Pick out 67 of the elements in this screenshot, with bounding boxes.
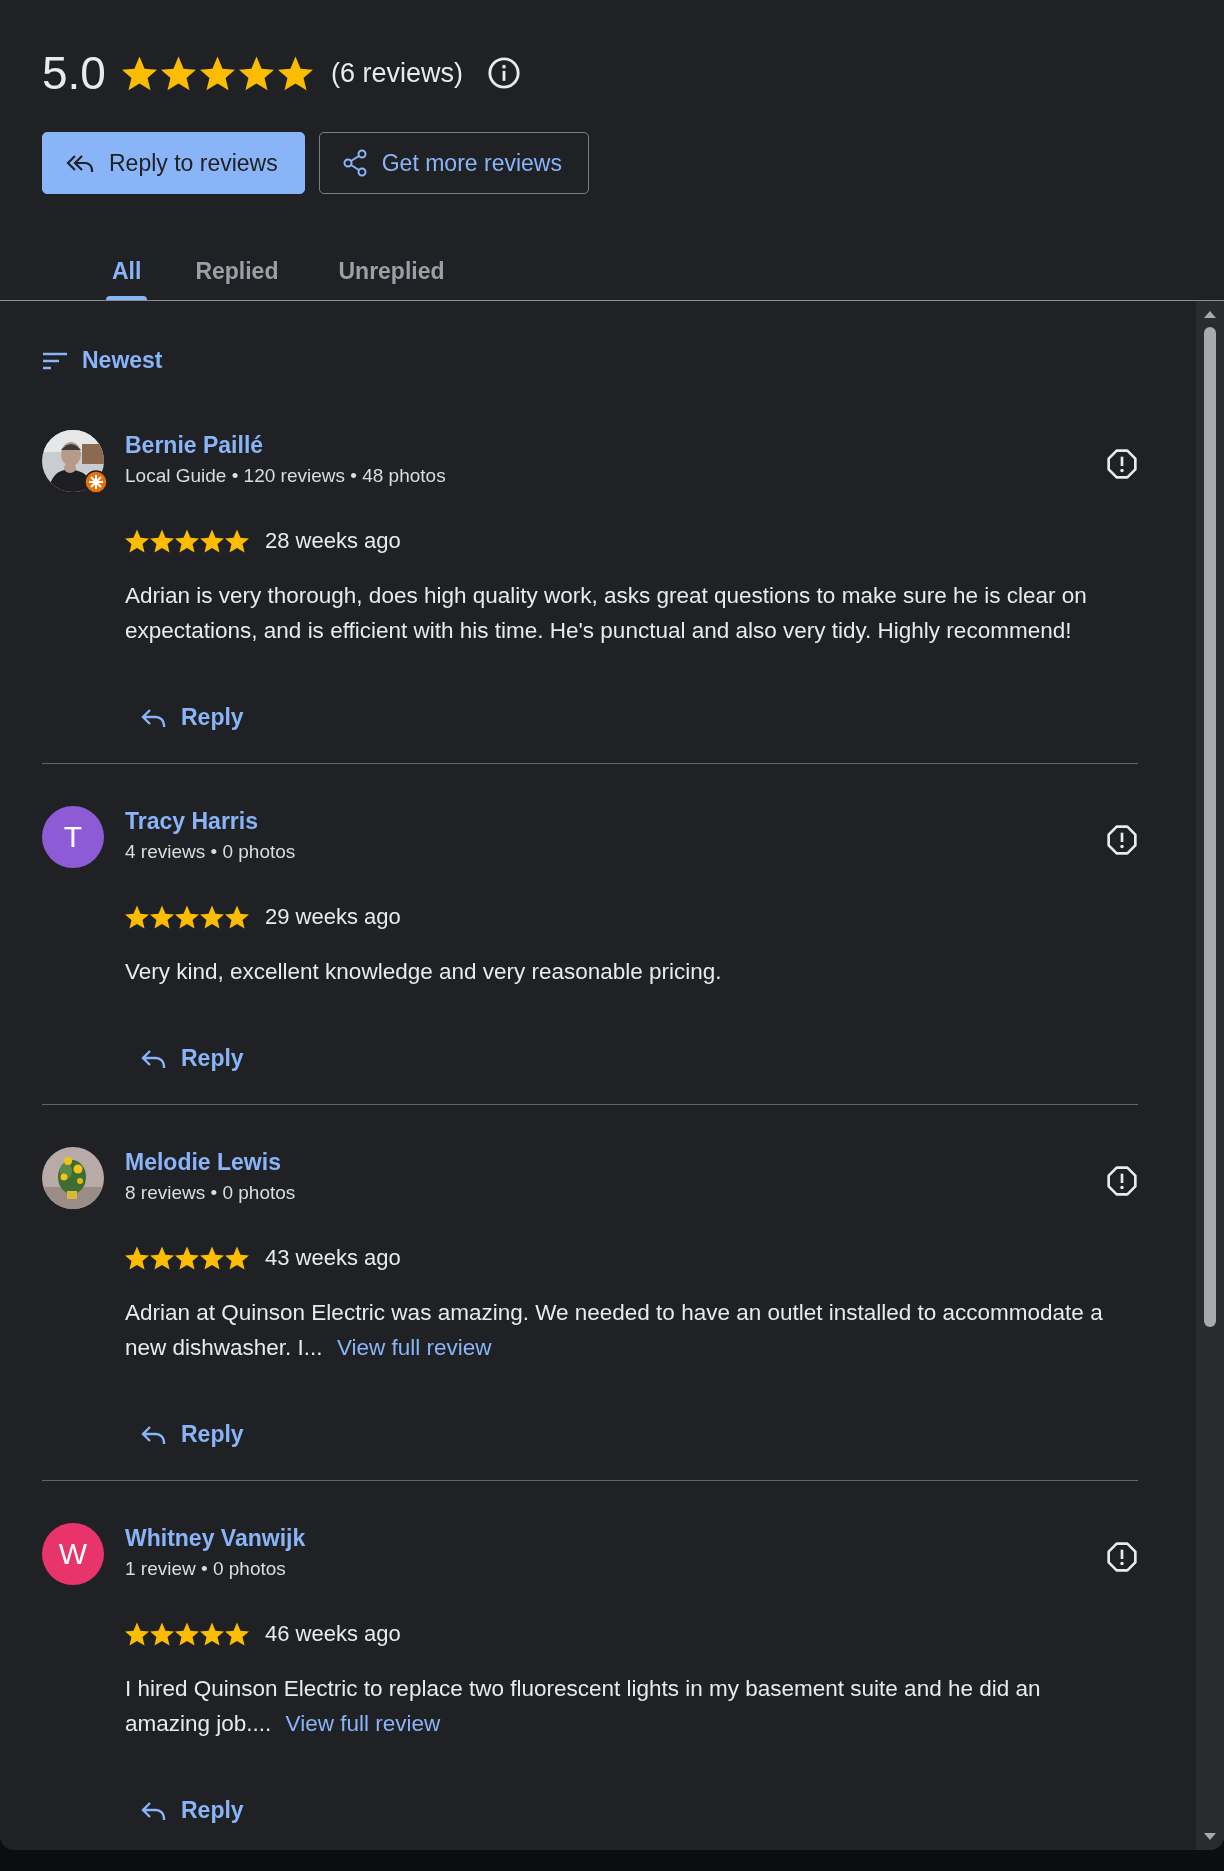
star-icon xyxy=(200,1246,224,1270)
review-time: 43 weeks ago xyxy=(265,1245,401,1271)
reply-button[interactable]: Reply xyxy=(141,700,244,735)
reviewer-stats: 8 reviews • 0 photos xyxy=(125,1182,297,1204)
star-icon xyxy=(150,1246,174,1270)
star-icon xyxy=(225,529,249,553)
reviewer-name[interactable]: Tracy Harris xyxy=(125,808,1085,835)
review-text: Adrian at Quinson Electric was amazing. We needed to have an outlet installed to accommodate a new dishwasher. I... View full review xyxy=(125,1299,1104,1362)
star-icon xyxy=(175,1246,199,1270)
star-icon xyxy=(175,905,199,929)
star-icon xyxy=(200,1622,224,1646)
star-icon xyxy=(238,55,274,91)
star-icon xyxy=(199,55,235,91)
star-icon xyxy=(200,905,224,929)
scroll-down-icon[interactable] xyxy=(1203,1832,1217,1842)
review-text: Adrian is very thorough, does high quality work, asks great questions to make sure he is clear on expectations, and is efficient with his time. He's punctual and also very tidy. Highly recommend! xyxy=(125,582,1088,645)
star-icon xyxy=(125,905,149,929)
star-icon xyxy=(175,529,199,553)
get-more-reviews-button[interactable]: Get more reviews xyxy=(318,132,589,194)
reply-icon xyxy=(141,706,167,729)
reviewer-stats: 4 reviews • 0 photos xyxy=(125,841,297,863)
star-icon xyxy=(225,1246,249,1270)
reply-button[interactable]: Reply xyxy=(141,1417,244,1452)
star-icon xyxy=(125,1622,149,1646)
reply-button[interactable]: Reply xyxy=(141,1793,244,1828)
sort-icon xyxy=(42,350,68,371)
reviewer-stats: Local Guide • 120 reviews • 48 photos xyxy=(125,465,447,487)
star-icon xyxy=(225,905,249,929)
star-icon xyxy=(160,55,196,91)
star-icon xyxy=(150,905,174,929)
view-full-review-link[interactable]: View full review xyxy=(336,1335,492,1360)
sort-button[interactable]: Newest xyxy=(42,347,163,374)
reviewer-name[interactable]: Bernie Paillé xyxy=(125,432,1085,459)
filter-tab[interactable]: Unreplied xyxy=(308,228,475,300)
review-time: 46 weeks ago xyxy=(265,1621,401,1647)
star-icon xyxy=(125,529,149,553)
reviewer-name[interactable]: Whitney Vanwijk xyxy=(125,1525,1085,1552)
scroll-up-icon[interactable] xyxy=(1203,309,1217,319)
filter-tab[interactable]: Replied xyxy=(165,228,309,300)
star-icon xyxy=(125,1246,149,1270)
review-time: 28 weeks ago xyxy=(265,528,401,554)
star-icon xyxy=(150,1622,174,1646)
review-text: I hired Quinson Electric to replace two fluorescent lights in my basement suite and he did an amazing job.... View full review xyxy=(125,1675,1042,1738)
star-icon xyxy=(200,529,224,553)
star-icon xyxy=(121,55,157,91)
reviewer-stats: 1 review • 0 photos xyxy=(125,1558,287,1580)
star-icon xyxy=(277,55,313,91)
view-full-review-link[interactable]: View full review xyxy=(285,1711,441,1736)
avatar: T xyxy=(42,806,104,868)
reply-to-reviews-button[interactable]: Reply to reviews xyxy=(42,132,305,194)
reply-button[interactable]: Reply xyxy=(141,1041,244,1076)
review-count: (6 reviews) xyxy=(330,57,463,89)
reply-icon xyxy=(141,1047,167,1070)
share-icon xyxy=(341,149,368,177)
avatar: W xyxy=(42,1523,104,1585)
reviewer-name[interactable]: Melodie Lewis xyxy=(125,1149,1085,1176)
scrollbar[interactable] xyxy=(1196,301,1224,1850)
filter-tab[interactable]: All xyxy=(68,228,166,300)
reply-icon xyxy=(141,1423,167,1446)
review-time: 29 weeks ago xyxy=(265,904,401,930)
info-icon[interactable] xyxy=(487,56,521,90)
review-text: Very kind, excellent knowledge and very reasonable pricing. xyxy=(125,958,723,986)
star-icon xyxy=(150,529,174,553)
reply-icon xyxy=(141,1799,167,1822)
rating-value: 5.0 xyxy=(42,46,106,100)
star-icon xyxy=(175,1622,199,1646)
star-icon xyxy=(225,1622,249,1646)
